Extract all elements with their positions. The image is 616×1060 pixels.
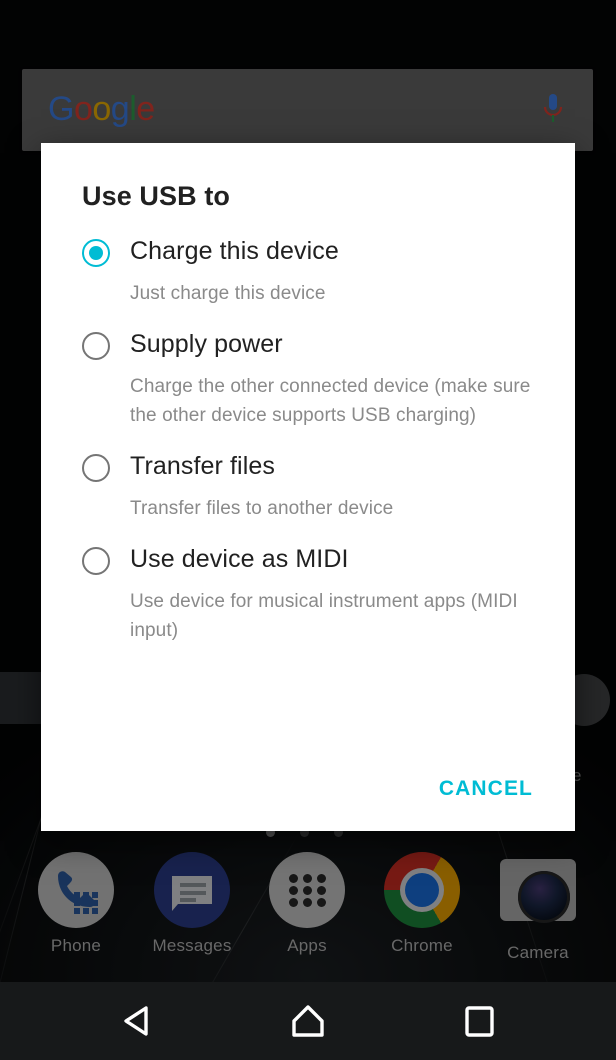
option-description: Charge the other connected device (make … bbox=[130, 376, 531, 426]
back-triangle-icon[interactable] bbox=[82, 982, 192, 1060]
option-description: Just charge this device bbox=[130, 283, 326, 304]
option-label: Use device as MIDI bbox=[130, 545, 349, 573]
radio-button-supply-power[interactable] bbox=[82, 332, 110, 360]
option-label: Supply power bbox=[130, 330, 283, 358]
usb-options-dialog: Use USB to Charge this device Just charg… bbox=[41, 143, 575, 831]
home-pentagon-icon[interactable] bbox=[253, 982, 363, 1060]
dialog-title: Use USB to bbox=[82, 181, 231, 211]
option-description: Use device for musical instrument apps (… bbox=[130, 591, 518, 641]
option-charge-this-device[interactable]: Charge this device Just charge this devi… bbox=[41, 231, 575, 308]
radio-button-use-device-as-midi[interactable] bbox=[82, 547, 110, 575]
android-screen: Google e Phone Messages Apps Chrome Came… bbox=[0, 0, 616, 1060]
navigation-bar bbox=[0, 982, 616, 1060]
cancel-button[interactable]: CANCEL bbox=[423, 767, 549, 811]
recents-button[interactable] bbox=[424, 982, 534, 1060]
option-supply-power[interactable]: Supply power Charge the other connected … bbox=[41, 324, 575, 430]
option-use-device-as-midi[interactable]: Use device as MIDI Use device for musica… bbox=[41, 539, 575, 645]
radio-button-charge-this-device[interactable] bbox=[82, 239, 110, 267]
option-label: Charge this device bbox=[130, 237, 339, 265]
option-transfer-files[interactable]: Transfer files Transfer files to another… bbox=[41, 446, 575, 523]
back-button[interactable] bbox=[82, 982, 192, 1060]
radio-button-transfer-files[interactable] bbox=[82, 454, 110, 482]
recents-square-icon[interactable] bbox=[424, 982, 534, 1060]
option-label: Transfer files bbox=[130, 452, 275, 480]
home-button[interactable] bbox=[253, 982, 363, 1060]
usb-option-list: Charge this device Just charge this devi… bbox=[41, 231, 575, 645]
option-description: Transfer files to another device bbox=[130, 498, 394, 519]
